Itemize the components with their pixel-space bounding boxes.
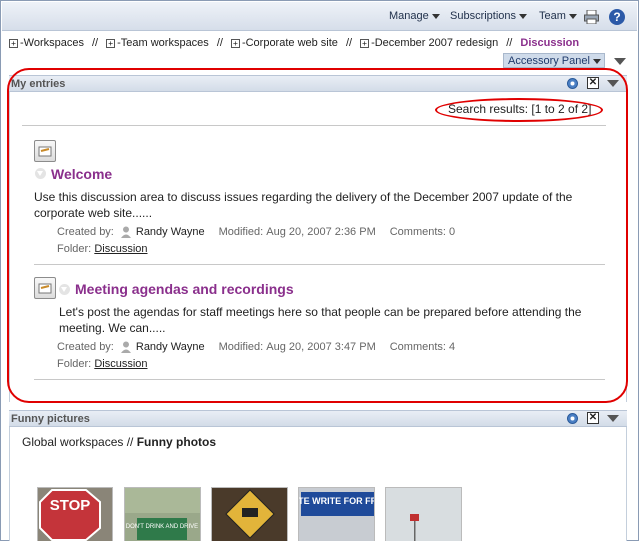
plus-box-icon[interactable]: + [9,38,18,48]
divider [34,264,605,265]
road-sign-thumbnail[interactable] [211,487,288,541]
entry-glyph-icon [38,146,52,157]
divider [34,379,605,380]
stop-sign-thumbnail[interactable]: STOP [37,487,113,541]
modified-date: Aug 20, 2007 3:47 PM [266,341,376,353]
entry-meta: Created by: Randy Wayne Modified: Aug 20… [57,341,456,353]
printer-icon[interactable] [584,10,599,24]
breadcrumb: + -Workspaces // + -Team workspaces // + -C… [9,36,579,50]
entry-title-meeting-agendas[interactable]: Meeting agendas and recordings [75,281,294,297]
accessory-panel-button[interactable]: Accessory Panel [503,53,605,68]
gear-icon[interactable] [566,77,579,90]
entry-description: Let's post the agendas for staff meeting… [59,304,581,336]
breadcrumb-separator: // [216,37,223,49]
breadcrumb-separator: // [91,37,99,49]
breadcrumb-current: Discussion [520,37,580,49]
team-menu[interactable]: Team [539,10,577,22]
chevron-down-icon [519,14,528,19]
collapse-triangle-icon[interactable] [607,80,619,87]
folder-link[interactable]: Discussion [94,358,147,370]
sky-sign-thumbnail[interactable] [385,487,462,541]
my-entries-header: My entries ✕ [9,75,627,92]
entry-folder: Folder: Discussion [57,243,148,255]
portal-window: Manage Subscriptions Team ? + -Workspaces… [0,0,639,541]
funny-pictures-title: Funny pictures [11,413,90,425]
illiterate-sign-image: ILLITERATE WRITE FOR FREE HELP [299,488,375,541]
author-name[interactable]: Randy Wayne [136,226,205,238]
entry-folder: Folder: Discussion [57,358,148,370]
search-results-count: Search results: [1 to 2 of 2] [448,102,592,116]
plus-box-icon[interactable]: + [360,38,370,48]
dont-drink-sign-thumbnail[interactable]: DON'T DRINK AND DRIVE [124,487,201,541]
path-prefix[interactable]: Global workspaces // [22,435,137,449]
folder-link[interactable]: Discussion [94,243,147,255]
breadcrumb-item-december-redesign[interactable]: + -December 2007 redesign [360,37,498,49]
description-line: Let's post the agendas for staff meeting… [59,305,582,319]
entry-glyph-icon [38,283,52,294]
subscriptions-menu-label: Subscriptions [450,10,517,22]
entry-description: Use this discussion area to discuss issu… [34,189,572,221]
accessory-panel-label: Accessory Panel [508,54,590,67]
modified-date: Aug 20, 2007 2:36 PM [266,226,376,238]
comments-count: 0 [449,226,456,238]
manage-menu-label: Manage [389,10,429,22]
svg-text:ILLITERATE WRITE FOR FREE HELP: ILLITERATE WRITE FOR FREE HELP [299,496,375,506]
discussion-entry-icon[interactable] [34,277,56,299]
sky-sign-image [386,488,461,541]
top-toolbar: Manage Subscriptions Team ? [2,2,637,31]
description-line: corporate web site...... [34,206,153,220]
entry-title-welcome[interactable]: Welcome [51,166,112,182]
subscriptions-menu[interactable]: Subscriptions [450,10,528,22]
entry-menu-icon[interactable] [59,284,70,295]
breadcrumb-item-team-workspaces[interactable]: + -Team workspaces [106,37,209,49]
breadcrumb-separator: // [506,37,513,49]
plus-box-icon[interactable]: + [230,38,240,48]
description-line: Use this discussion area to discuss issu… [34,190,573,204]
team-menu-label: Team [539,10,566,22]
person-icon [120,341,131,353]
collapse-triangle-icon[interactable] [614,58,626,65]
chevron-down-icon [431,14,440,19]
road-sign-image [212,488,287,541]
collapse-triangle-icon[interactable] [607,415,619,422]
manage-menu[interactable]: Manage [389,10,440,22]
entry-meta: Created by: Randy Wayne Modified: Aug 20… [57,226,456,238]
divider [22,125,606,126]
dont-drink-sign-image: DON'T DRINK AND DRIVE [125,488,200,541]
my-entries-title: My entries [11,78,66,90]
chevron-down-icon [568,14,577,19]
help-icon[interactable]: ? [609,9,625,25]
chevron-down-icon [592,58,601,64]
breadcrumb-separator: // [345,37,353,49]
stop-sign-image: STOP [38,488,112,541]
comments-count: 4 [449,341,456,353]
discussion-entry-icon[interactable] [34,140,56,162]
close-icon[interactable]: ✕ [587,77,599,89]
funny-pictures-path: Global workspaces // Funny photos [22,435,216,449]
entry-menu-icon[interactable] [35,168,46,179]
plus-box-icon[interactable]: + [106,38,116,48]
breadcrumb-item-workspaces[interactable]: + -Workspaces [9,37,84,49]
illiterate-sign-thumbnail[interactable]: ILLITERATE WRITE FOR FREE HELP [298,487,375,541]
author-name[interactable]: Randy Wayne [136,341,205,353]
path-current: Funny photos [136,435,217,449]
description-line: meeting. We can..... [59,321,166,335]
person-icon [120,226,131,238]
funny-pictures-header: Funny pictures ✕ [9,410,627,427]
gear-icon[interactable] [566,412,579,425]
svg-text:STOP: STOP [50,497,91,514]
svg-text:DON'T DRINK AND DRIVE: DON'T DRINK AND DRIVE [126,524,198,530]
close-icon[interactable]: ✕ [587,412,599,424]
breadcrumb-item-corporate-web-site[interactable]: + -Corporate web site [230,37,338,49]
